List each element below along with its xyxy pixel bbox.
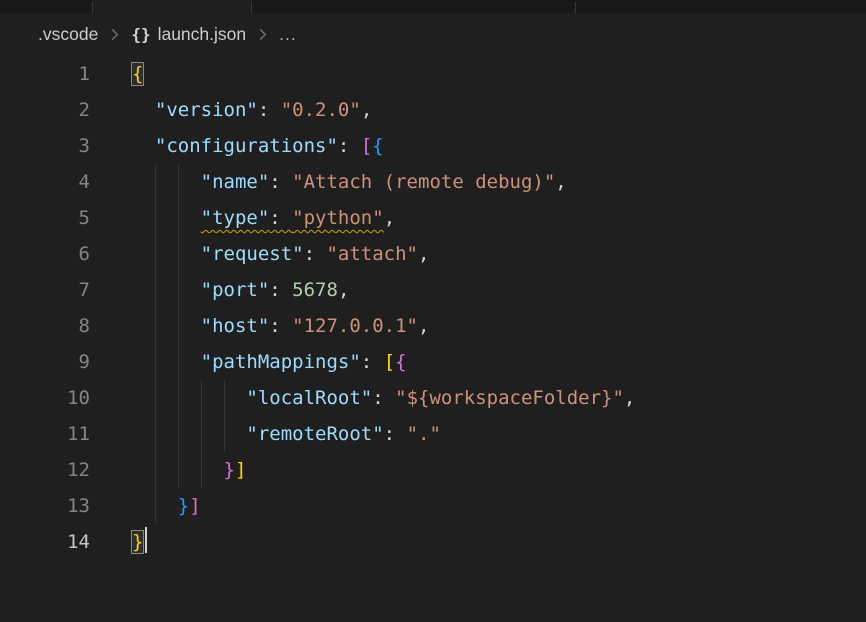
code-token: :: [384, 423, 407, 445]
code-line-8[interactable]: "host": "127.0.0.1",: [132, 308, 866, 344]
code-token: :: [258, 99, 281, 121]
tab-separator: [251, 2, 252, 13]
breadcrumb-item-folder[interactable]: .vscode: [38, 24, 98, 45]
code-token: ]: [189, 495, 200, 517]
code-line-12[interactable]: }]: [132, 452, 866, 488]
code-token: "host": [201, 315, 270, 337]
line-number[interactable]: 8: [0, 308, 90, 344]
chevron-right-icon: [255, 27, 270, 42]
chevron-right-icon: [107, 27, 122, 42]
code-line-7[interactable]: "port": 5678,: [132, 272, 866, 308]
code-token: "port": [201, 279, 270, 301]
code-token: ,: [361, 99, 372, 121]
code-token: :: [372, 387, 395, 409]
code-token: "name": [201, 171, 270, 193]
code-token: "localRoot": [246, 387, 372, 409]
code-token: ".": [407, 423, 441, 445]
code-token: [: [384, 351, 395, 373]
line-number[interactable]: 10: [0, 380, 90, 416]
code-token: "0.2.0": [281, 99, 361, 121]
code-token: :: [269, 279, 292, 301]
code-token: }: [178, 495, 189, 517]
code-token: :: [269, 207, 292, 229]
code-line-13[interactable]: }]: [132, 488, 866, 524]
line-number[interactable]: 9: [0, 344, 90, 380]
tab-separator: [575, 2, 576, 13]
code-token: :: [338, 135, 361, 157]
code-token: ,: [418, 315, 429, 337]
code-token: ]: [235, 459, 246, 481]
vscode-editor-window: .vscode {} launch.json ... 1234567891011…: [0, 0, 866, 622]
code-token: }: [132, 531, 143, 553]
code-token: "python": [292, 207, 384, 229]
tab-separator: [92, 2, 93, 13]
line-number[interactable]: 13: [0, 488, 90, 524]
breadcrumb: .vscode {} launch.json ...: [0, 13, 866, 56]
active-tab-edge: [93, 0, 252, 13]
code-token: :: [304, 243, 327, 265]
code-token: }: [224, 459, 235, 481]
line-number[interactable]: 5: [0, 200, 90, 236]
code-line-6[interactable]: "request": "attach",: [132, 236, 866, 272]
code-line-11[interactable]: "remoteRoot": ".": [132, 416, 866, 452]
code-token: [: [361, 135, 372, 157]
line-number[interactable]: 12: [0, 452, 90, 488]
breadcrumb-item-symbol[interactable]: ...: [279, 24, 297, 45]
code-token: ,: [338, 279, 349, 301]
code-token: ,: [384, 207, 395, 229]
code-token: "Attach (remote debug)": [292, 171, 555, 193]
code-token: "version": [155, 99, 258, 121]
breadcrumb-item-file[interactable]: {} launch.json: [131, 24, 246, 45]
code-token: "remoteRoot": [246, 423, 383, 445]
code-line-10[interactable]: "localRoot": "${workspaceFolder}",: [132, 380, 866, 416]
code-token: {: [132, 63, 143, 85]
json-braces-icon: {}: [131, 25, 150, 44]
code-token: "pathMappings": [201, 351, 361, 373]
code-area[interactable]: { "version": "0.2.0", "configurations": …: [132, 56, 866, 560]
gutter: 1234567891011121314: [0, 56, 90, 560]
code-token: {: [372, 135, 383, 157]
editor[interactable]: 1234567891011121314 { "version": "0.2.0"…: [0, 56, 866, 622]
code-line-9[interactable]: "pathMappings": [{: [132, 344, 866, 380]
code-token: ,: [555, 171, 566, 193]
code-token: :: [269, 315, 292, 337]
line-number[interactable]: 7: [0, 272, 90, 308]
code-line-5[interactable]: "type": "python",: [132, 200, 866, 236]
line-number[interactable]: 3: [0, 128, 90, 164]
code-line-14[interactable]: }: [132, 524, 866, 560]
breadcrumb-file-label: launch.json: [158, 24, 247, 45]
line-number[interactable]: 2: [0, 92, 90, 128]
text-cursor: [145, 527, 147, 553]
code-token: "${workspaceFolder}": [395, 387, 624, 409]
code-token: "configurations": [155, 135, 338, 157]
code-token: "attach": [326, 243, 418, 265]
code-token: "type": [201, 207, 270, 229]
code-token: ,: [624, 387, 635, 409]
code-token: "request": [201, 243, 304, 265]
line-number[interactable]: 14: [0, 524, 90, 560]
tab-bar-edge: [0, 0, 866, 13]
line-number[interactable]: 11: [0, 416, 90, 452]
code-token: :: [361, 351, 384, 373]
code-token: ,: [418, 243, 429, 265]
line-number[interactable]: 6: [0, 236, 90, 272]
code-line-2[interactable]: "version": "0.2.0",: [132, 92, 866, 128]
line-number[interactable]: 4: [0, 164, 90, 200]
code-line-4[interactable]: "name": "Attach (remote debug)",: [132, 164, 866, 200]
code-token: "127.0.0.1": [292, 315, 418, 337]
code-line-1[interactable]: {: [132, 56, 866, 92]
code-token: 5678: [292, 279, 338, 301]
line-number[interactable]: 1: [0, 56, 90, 92]
code-token: {: [395, 351, 406, 373]
code-token: :: [269, 171, 292, 193]
code-line-3[interactable]: "configurations": [{: [132, 128, 866, 164]
